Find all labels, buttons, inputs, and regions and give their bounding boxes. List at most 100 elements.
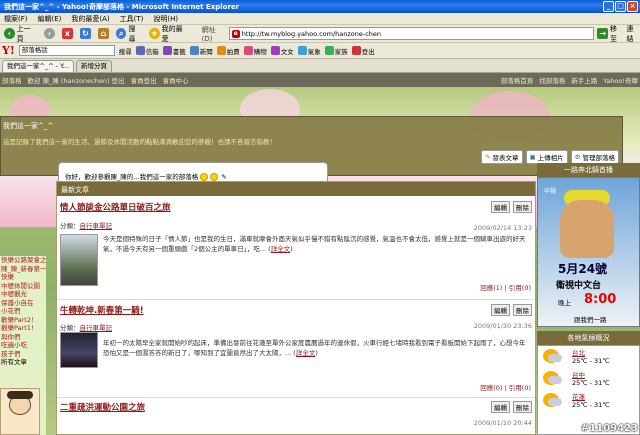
upload-photo-button[interactable]: ▣ 上傳相片 xyxy=(525,150,568,164)
edit-icon[interactable]: ✎ xyxy=(221,173,226,181)
minimize-button[interactable]: _ xyxy=(603,1,614,12)
star-icon: ★ xyxy=(148,28,160,39)
sidebar-link[interactable]: 吃遍小吃 xyxy=(0,341,46,350)
yahoo-logo[interactable]: Y! xyxy=(2,44,15,57)
sidebar-link[interactable]: 與你們 xyxy=(0,333,46,342)
blog-label[interactable]: 部落格 xyxy=(2,75,22,85)
yahoo-item-weather[interactable]: 氣象 xyxy=(297,46,321,56)
article-stats[interactable]: 回應(1) | 引用(0) xyxy=(480,282,531,292)
yahoo-item-bookmarks[interactable]: 書籤 xyxy=(162,46,186,56)
delete-button[interactable]: 刪除 xyxy=(513,201,532,213)
yahoo-search-button[interactable]: 搜尋 xyxy=(119,46,132,56)
address-bar[interactable]: e http://tw.myblog.yahoo.com/hanzone-chen xyxy=(228,27,595,40)
yahoo-search-input[interactable]: 部落格話 xyxy=(18,45,115,56)
weather-city[interactable]: 台北 xyxy=(572,347,585,357)
article-category: 分類：自行車單記 xyxy=(60,324,113,332)
yahoo-item-news[interactable]: 新聞 xyxy=(189,46,213,56)
close-button[interactable]: × xyxy=(627,1,638,12)
category-link[interactable]: 自行車單記 xyxy=(80,324,113,332)
navigation-toolbar: ‹ 上一頁 › x ↻ ⌂ ⌕ 搜尋 ★ 我的最愛 網址(D) e http://tw.… xyxy=(0,25,640,43)
blog-navbar: 部落格 歡迎 陳_陳 (hanzonechen) 登出 會員登出 會員中心 部落… xyxy=(0,73,640,87)
weather-temp: 25℃ - 31℃ xyxy=(572,379,610,387)
cloud-icon xyxy=(548,398,562,406)
article-title[interactable]: 二重疏洪運動公園之旅 xyxy=(60,401,145,413)
go-button[interactable]: → 移至 xyxy=(597,24,623,44)
yahoo-item-culture[interactable]: 文女 xyxy=(270,46,294,56)
article-thumbnail[interactable] xyxy=(60,332,98,368)
menu-file[interactable]: 檔案(F) xyxy=(4,14,28,24)
back-arrow-icon: ‹ xyxy=(4,28,15,39)
member-center-link[interactable]: 會員中心 xyxy=(163,75,189,85)
window-titlebar: 我們這一家^_^ - Yahoo!奇摩部落格 - Microsoft Inter… xyxy=(0,0,640,13)
category-link[interactable]: 自行車單記 xyxy=(80,222,113,230)
post-article-button[interactable]: ✎ 發表文章 xyxy=(481,150,523,164)
tab-bar: 我們這一家^_^ - Y... 新增分頁 xyxy=(0,59,640,73)
read-more-link[interactable]: 詳全文 xyxy=(296,349,316,357)
weather-icon xyxy=(297,46,307,55)
sidebar-link[interactable]: 觀樂Part1！ xyxy=(0,324,46,333)
blog-title: 我們這一家^_^ xyxy=(3,122,54,130)
all-articles-link[interactable]: 所有文章 xyxy=(0,358,46,367)
weather-widget: 台北 25℃ - 31℃ 台中 25℃ - 31℃ 花蓮 25℃ - 31℃ xyxy=(537,345,640,435)
sidebar-link[interactable]: 快樂 xyxy=(0,273,46,282)
image-watermark: #1109423 xyxy=(580,423,638,434)
blog-home-link[interactable]: 部落格首頁 xyxy=(501,75,534,85)
article-title[interactable]: 牛轉乾坤.新春第一騎! xyxy=(60,304,144,316)
sidebar-link[interactable]: 快樂公路聚會之家 xyxy=(0,256,46,265)
yahoo-item-shopping[interactable]: 購物 xyxy=(243,46,267,56)
find-blog-link[interactable]: 找部落格 xyxy=(539,75,565,85)
tab-new[interactable]: 新增分頁 xyxy=(75,60,112,72)
search-button[interactable]: ⌕ 搜尋 xyxy=(114,25,144,43)
article-excerpt: 年初一的太陽早全家就開始吵的起床，準備出發前往花蓮至單外公家度農曆過年的連休假，… xyxy=(103,339,526,357)
menu-tools[interactable]: 工具(T) xyxy=(120,14,144,24)
manage-blog-button[interactable]: ⚙ 管理部落格 xyxy=(570,150,619,164)
sidebar-link[interactable]: 中壢觀光 xyxy=(0,290,46,299)
delete-button[interactable]: 刪除 xyxy=(513,304,532,316)
links-label[interactable]: 連結 xyxy=(626,24,640,44)
yahoo-item-mail[interactable]: 信箱 xyxy=(135,46,159,56)
menu-edit[interactable]: 編輯(E) xyxy=(38,14,62,24)
go-arrow-icon: → xyxy=(597,28,608,39)
edit-button[interactable]: 編輯 xyxy=(491,304,510,316)
yahoo-item-logout[interactable]: 登出 xyxy=(351,46,375,56)
home-button[interactable]: ⌂ xyxy=(96,27,111,41)
weather-city[interactable]: 花蓮 xyxy=(572,391,585,401)
menu-help[interactable]: 說明(H) xyxy=(153,14,178,24)
edit-button[interactable]: 編輯 xyxy=(491,401,510,413)
menu-favorites[interactable]: 我的最愛(A) xyxy=(71,14,109,24)
read-more-link[interactable]: 詳全文 xyxy=(271,245,291,253)
yahoo-item-auction[interactable]: 拍賣 xyxy=(216,46,240,56)
newbie-link[interactable]: 新手上路 xyxy=(571,75,597,85)
mail-icon xyxy=(135,46,145,55)
right-sidebar: 一路奔北騎首播 中視 5月24號 衛視中文台 晚上 8:00 跟我們一路 各地氣… xyxy=(537,163,640,435)
sidebar-link[interactable]: 孩子們 xyxy=(0,350,46,359)
bookmark-icon xyxy=(162,46,172,55)
tab-blog[interactable]: 我們這一家^_^ - Y... xyxy=(2,60,74,72)
article-title[interactable]: 情人節談金公路單日破百之旅 xyxy=(60,201,171,213)
ad-channel: 衛視中文台 xyxy=(556,281,602,291)
edit-button[interactable]: 編輯 xyxy=(491,201,510,213)
sidebar-link[interactable]: 歡樂Part2！ xyxy=(0,316,46,325)
forward-button[interactable]: › xyxy=(42,27,57,41)
home-icon: ⌂ xyxy=(97,28,109,39)
tv-advertisement[interactable]: 中視 5月24號 衛視中文台 晚上 8:00 跟我們一路 xyxy=(537,177,640,327)
member-logout-link[interactable]: 會員登出 xyxy=(131,75,157,85)
weather-heading: 各地氣候概況 xyxy=(537,331,640,345)
yahoo-link[interactable]: Yahoo!奇摩 xyxy=(603,75,638,85)
weather-city[interactable]: 台中 xyxy=(572,369,585,379)
sidebar-link[interactable]: 小花們 xyxy=(0,307,46,316)
refresh-button[interactable]: ↻ xyxy=(78,27,93,41)
sidebar-link[interactable]: 保護小自在 xyxy=(0,299,46,308)
back-button[interactable]: ‹ 上一頁 xyxy=(2,25,39,43)
article-thumbnail[interactable] xyxy=(60,234,98,286)
article-stats[interactable]: 回應(0) | 引用(0) xyxy=(480,382,531,392)
stop-button[interactable]: x xyxy=(60,27,75,41)
sidebar-link[interactable]: 中壢休閒公園 xyxy=(0,282,46,291)
refresh-icon: ↻ xyxy=(79,28,91,39)
maximize-button[interactable]: □ xyxy=(615,1,626,12)
weather-row: 台北 25℃ - 31℃ xyxy=(538,346,639,368)
sidebar-link[interactable]: 陳_陳_新春第一 xyxy=(0,265,46,274)
delete-button[interactable]: 刪除 xyxy=(513,401,532,413)
yahoo-item-family[interactable]: 家族 xyxy=(324,46,348,56)
favorites-button[interactable]: ★ 我的最愛 xyxy=(147,25,191,43)
